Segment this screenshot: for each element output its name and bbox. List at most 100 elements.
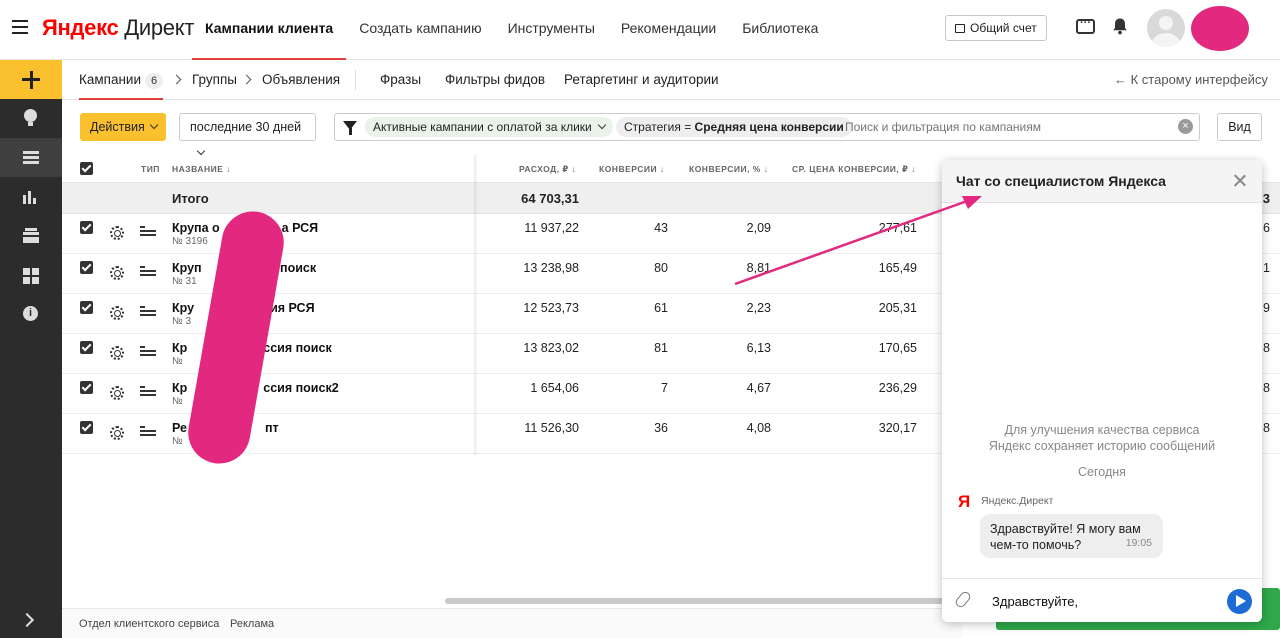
nav-client-campaigns[interactable]: Кампании клиента (192, 0, 347, 60)
header-avg-conversion-cost[interactable]: СР. ЦЕНА КОНВЕРСИИ, ₽ ↓ (792, 164, 916, 175)
total-spend: 64 703,31 (521, 191, 579, 206)
filter-funnel-icon[interactable] (343, 121, 357, 135)
avg-cost-value: 205,31 (878, 301, 917, 315)
divider (355, 70, 356, 90)
send-button[interactable] (1227, 589, 1252, 614)
sidebar-item-recommendations[interactable] (0, 99, 62, 138)
redaction-mark (1191, 6, 1249, 51)
filter-chip-strategy[interactable]: Стратегия = Средняя цена конверсии (616, 117, 852, 137)
old-interface-link[interactable]: ← К старому интерфейсу (1114, 60, 1268, 100)
edge-value: 8 (1263, 421, 1270, 435)
row-checkbox[interactable] (80, 221, 93, 234)
filter-bar[interactable]: Активные кампании с оплатой за клики Стр… (334, 113, 1200, 141)
paperclip-icon[interactable] (953, 589, 973, 610)
edge-value: 6 (1263, 221, 1270, 235)
chat-day-label: Сегодня (1078, 465, 1126, 479)
spend-value: 13 823,02 (523, 341, 579, 355)
horizontal-scrollbar[interactable] (445, 598, 965, 604)
tab-campaigns[interactable]: Кампании 6 (79, 60, 164, 100)
conversion-rate-value: 4,08 (746, 421, 771, 435)
text-campaign-icon (140, 226, 156, 238)
edge-value: 8 (1263, 341, 1270, 355)
bell-icon[interactable] (1111, 17, 1129, 35)
hamburger-menu-icon[interactable] (12, 20, 28, 34)
tab-ads[interactable]: Объявления (262, 60, 340, 100)
chevron-down-icon (196, 146, 206, 156)
row-checkbox[interactable] (80, 341, 93, 354)
sidebar-item-apps[interactable] (0, 255, 62, 294)
row-checkbox[interactable] (80, 421, 93, 434)
gear-icon[interactable] (110, 266, 124, 280)
nav-create-campaign[interactable]: Создать кампанию (346, 0, 494, 60)
filter-chip-active-campaigns[interactable]: Активные кампании с оплатой за клики (365, 117, 613, 137)
wallet-icon (955, 23, 965, 33)
nav-library[interactable]: Библиотека (729, 0, 831, 60)
sidebar-item-info[interactable]: i (0, 294, 62, 333)
spend-value: 11 937,22 (524, 221, 579, 235)
gear-icon[interactable] (110, 226, 124, 240)
campaign-number: № 3196 (172, 236, 208, 247)
nav-recommendations[interactable]: Рекомендации (608, 0, 729, 60)
main-nav: Кампании клиента Создать кампанию Инстру… (192, 0, 831, 60)
clear-filter-icon[interactable]: × (1178, 119, 1193, 134)
conversions-value: 61 (654, 301, 668, 315)
conversion-rate-value: 6,13 (746, 341, 771, 355)
message-sender: Яндекс.Директ (981, 495, 1054, 507)
spend-value: 11 526,30 (524, 421, 579, 435)
sidebar-item-campaigns[interactable] (0, 138, 62, 177)
footer-client-service-link[interactable]: Отдел клиентского сервиса (79, 618, 219, 630)
actions-button[interactable]: Действия (80, 113, 166, 141)
avatar[interactable] (1147, 9, 1185, 47)
text-campaign-icon (140, 386, 156, 398)
sidebar-item-layers[interactable] (0, 216, 62, 255)
header-name[interactable]: НАЗВАНИЕ ↓ (172, 164, 231, 174)
chat-icon[interactable] (1076, 17, 1095, 34)
campaign-number: № (172, 356, 183, 367)
avg-cost-value: 170,65 (878, 341, 917, 355)
shared-account-button[interactable]: Общий счет (945, 15, 1047, 41)
header-spend[interactable]: РАСХОД, ₽ ↓ (519, 164, 576, 175)
tab-phrases[interactable]: Фразы (380, 60, 421, 100)
edge-value: 9 (1263, 301, 1270, 315)
gear-icon[interactable] (110, 426, 124, 440)
view-button[interactable]: Вид (1217, 113, 1262, 141)
row-checkbox[interactable] (80, 261, 93, 274)
info-icon: i (23, 306, 38, 321)
conversion-rate-value: 2,09 (746, 221, 771, 235)
tab-groups[interactable]: Группы (192, 60, 237, 100)
column-divider (474, 155, 478, 455)
campaign-number: № (172, 436, 183, 447)
campaign-number: № 31 (172, 276, 197, 287)
conversions-value: 36 (654, 421, 668, 435)
edge-value: 8 (1263, 381, 1270, 395)
gear-icon[interactable] (110, 346, 124, 360)
plus-icon[interactable] (0, 60, 62, 99)
nav-tools[interactable]: Инструменты (495, 0, 608, 60)
yandex-direct-logo[interactable]: Яндекс Директ (42, 15, 194, 41)
select-all-checkbox[interactable] (80, 162, 93, 175)
conversions-value: 81 (654, 341, 668, 355)
chat-input-bar (942, 578, 1262, 622)
row-checkbox[interactable] (80, 301, 93, 314)
footer-ads-link[interactable]: Реклама (230, 618, 274, 630)
chat-message-input[interactable] (992, 591, 1212, 611)
period-select[interactable]: последние 30 дней (179, 113, 316, 156)
chevron-down-icon (149, 120, 159, 130)
close-icon[interactable] (1230, 171, 1250, 191)
tab-feed-filters[interactable]: Фильтры фидов (445, 60, 545, 100)
yandex-logo-icon: Я (958, 492, 971, 511)
chevron-right-icon (171, 74, 182, 85)
tab-retargeting[interactable]: Ретаргетинг и аудитории (564, 60, 719, 100)
header-conversion-rate[interactable]: КОНВЕРСИИ, % ↓ (689, 164, 768, 174)
gear-icon[interactable] (110, 386, 124, 400)
message-time: 19:05 (1125, 537, 1152, 549)
search-input[interactable] (845, 117, 1175, 137)
header-conversions[interactable]: КОНВЕРСИИ ↓ (599, 164, 665, 174)
row-checkbox[interactable] (80, 381, 93, 394)
campaign-number: № (172, 396, 183, 407)
gear-icon[interactable] (110, 306, 124, 320)
footer: Отдел клиентского сервиса Реклама (62, 608, 962, 638)
sidebar-item-statistics[interactable] (0, 177, 62, 216)
header-type[interactable]: ТИП (141, 164, 160, 174)
total-edge-value: 3 (1262, 191, 1270, 206)
